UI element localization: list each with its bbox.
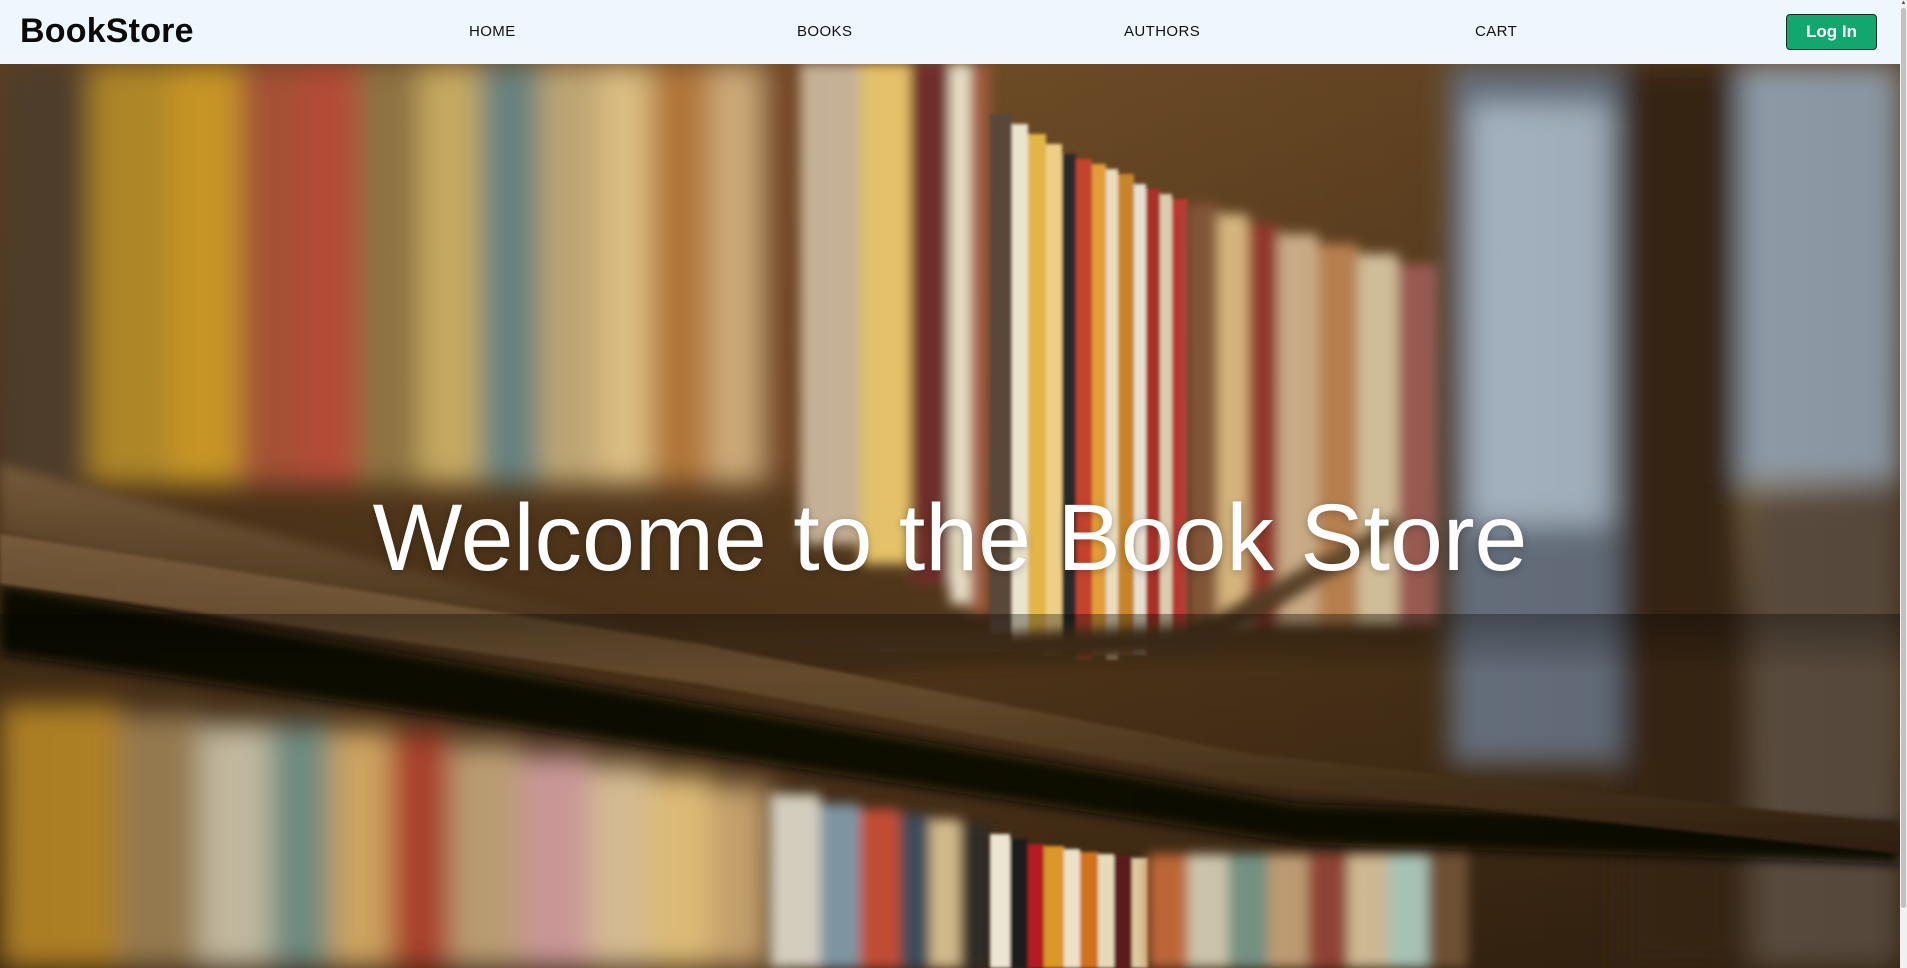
page: BookStore HOME BOOKS AUTHORS CART Log In bbox=[0, 0, 1907, 968]
chevron-up-icon[interactable]: ▲ bbox=[1900, 0, 1907, 6]
nav-link-cart[interactable]: CART bbox=[1475, 23, 1517, 40]
nav-link-authors[interactable]: AUTHORS bbox=[1124, 23, 1200, 40]
hero-banner: Welcome to the Book Store bbox=[0, 64, 1900, 968]
top-navbar: BookStore HOME BOOKS AUTHORS CART Log In bbox=[0, 0, 1907, 64]
brand-logo[interactable]: BookStore bbox=[20, 12, 194, 51]
nav-link-books[interactable]: BOOKS bbox=[797, 23, 852, 40]
hero-title: Welcome to the Book Store bbox=[372, 485, 1528, 591]
scrollbar-thumb[interactable] bbox=[1901, 8, 1906, 908]
page-scrollbar[interactable]: ▲ bbox=[1900, 0, 1907, 968]
nav-link-home[interactable]: HOME bbox=[469, 23, 516, 40]
login-button[interactable]: Log In bbox=[1786, 14, 1877, 50]
